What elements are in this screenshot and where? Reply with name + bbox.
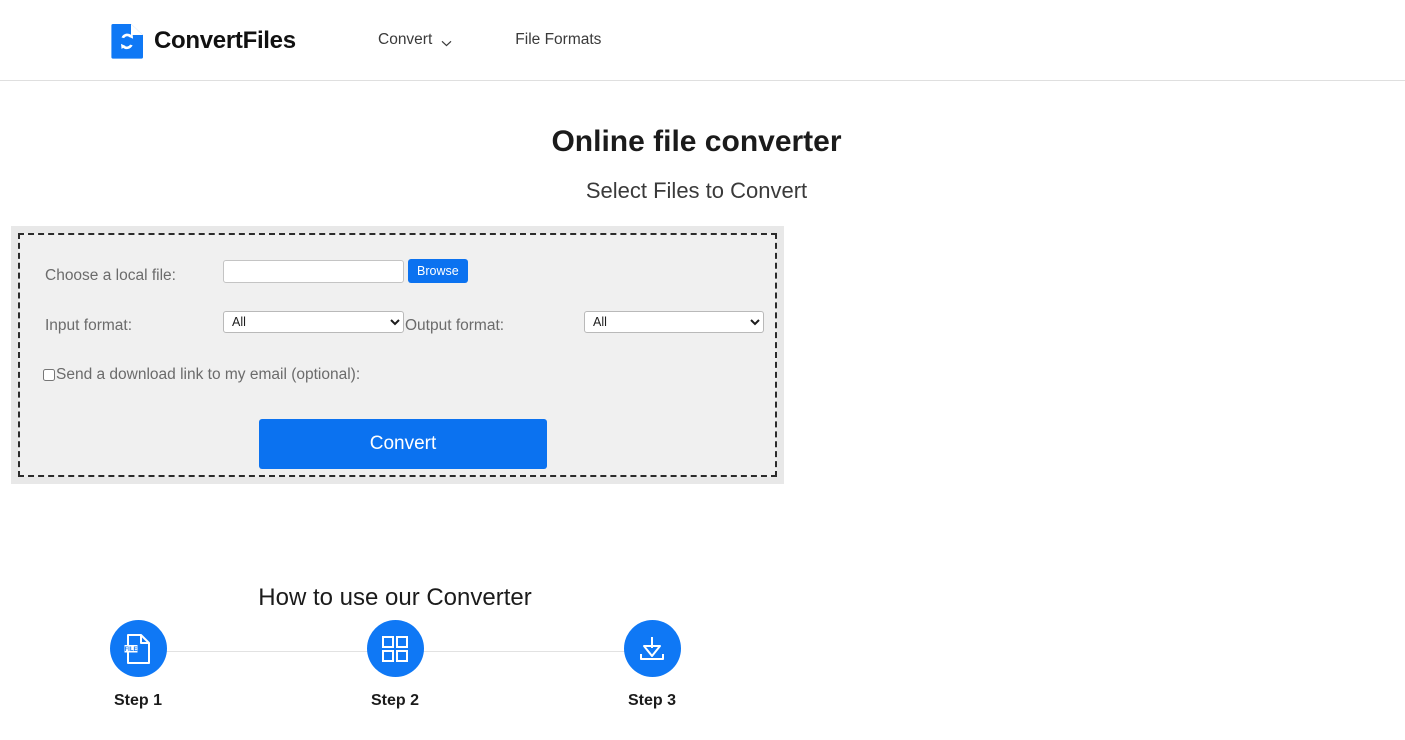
choose-file-label: Choose a local file: [45, 267, 176, 284]
output-format-select[interactable]: All [584, 311, 764, 333]
step-item-3: Step 3 [587, 620, 717, 710]
input-format-label: Input format: [45, 317, 133, 334]
step-3-circle [623, 620, 681, 677]
site-header: ConvertFiles Convert File Formats [0, 0, 1405, 81]
page-title: Online file converter [551, 125, 842, 159]
step-2-circle [366, 620, 424, 677]
file-convert-logo-icon [111, 23, 145, 59]
email-link-checkbox[interactable] [43, 369, 55, 381]
howto-steps: FILE Step 1 Step 2 Step 3 [109, 620, 681, 730]
converter-dropzone[interactable]: Choose a local file: Browse Input format… [18, 233, 777, 477]
page-subtitle: Select Files to Convert [585, 178, 808, 204]
howto-title: How to use our Converter [258, 583, 532, 611]
step-3-label: Step 3 [627, 692, 676, 709]
step-2-label: Step 2 [370, 692, 419, 709]
output-format-label: Output format: [405, 317, 505, 334]
email-link-label: Send a download link to my email (option… [56, 366, 361, 383]
main-nav: Convert File Formats [378, 29, 601, 51]
step-1-circle: FILE [109, 620, 167, 677]
step-item-1: FILE Step 1 [73, 620, 203, 710]
nav-item-convert-label: Convert [378, 31, 433, 48]
file-path-input[interactable] [223, 260, 404, 283]
download-tray-icon [637, 634, 667, 664]
converter-panel: Choose a local file: Browse Input format… [11, 226, 784, 484]
brand-name: ConvertFiles [154, 27, 296, 54]
nav-item-file-formats-label: File Formats [515, 31, 602, 48]
grid-four-squares-icon [381, 635, 409, 663]
nav-item-file-formats[interactable]: File Formats [515, 29, 601, 51]
file-document-icon: FILE [123, 633, 153, 665]
svg-text:FILE: FILE [125, 646, 138, 652]
nav-item-convert[interactable]: Convert [378, 29, 452, 51]
step-item-2: Step 2 [330, 620, 460, 710]
input-format-select[interactable]: All [223, 311, 404, 333]
browse-button[interactable]: Browse [408, 259, 468, 283]
chevron-down-icon [441, 38, 452, 46]
step-1-label: Step 1 [113, 692, 162, 709]
email-option-row: Send a download link to my email (option… [43, 366, 360, 384]
convert-button[interactable]: Convert [259, 419, 547, 469]
brand-logo[interactable]: ConvertFiles [111, 23, 296, 59]
